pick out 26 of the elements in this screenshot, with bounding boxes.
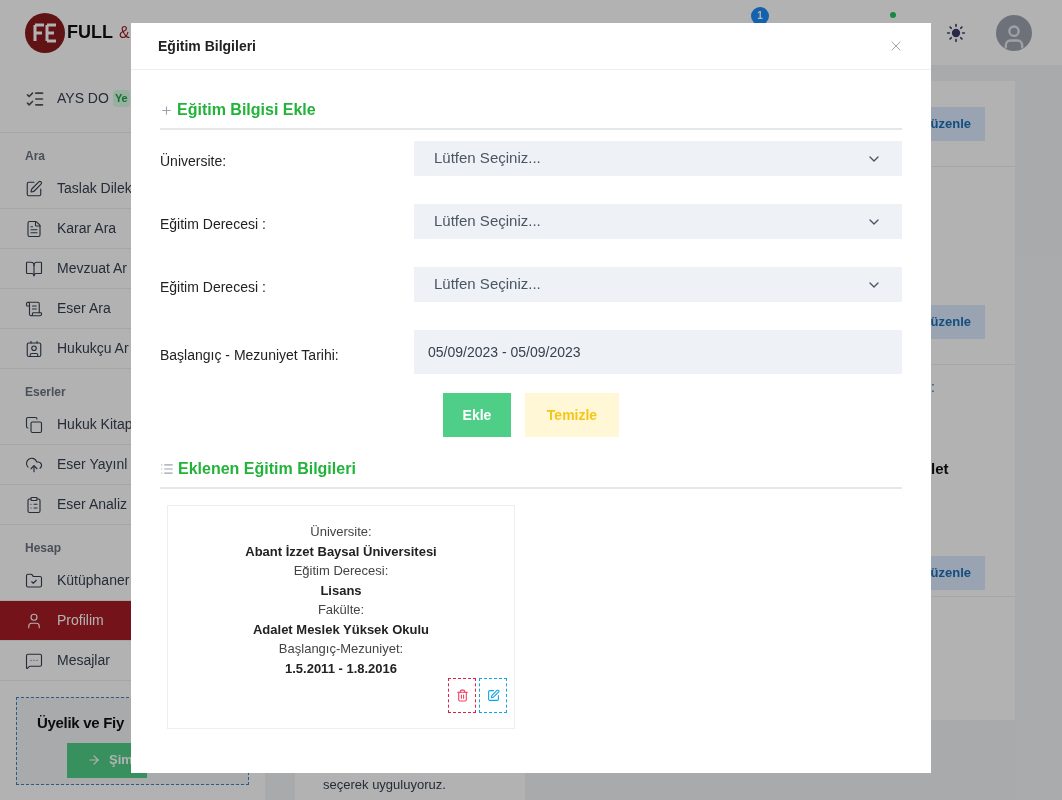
entry-label: Eğitim Derecesi: [293,562,389,580]
text-fragment: : [931,378,936,397]
body-text: seçerek uyguluyoruz. [323,776,447,794]
field-label: Başlangıç - Mezuniyet Tarihi: [160,345,340,365]
entry-value: Adalet Meslek Yüksek Okulu [252,620,430,639]
section-heading: Eğitim Bilgisi Ekle [177,100,316,120]
section-title: Ara [25,149,45,163]
section-title: Hesap [25,541,62,555]
section-heading: Eklenen Eğitim Bilgileri [178,459,356,479]
notification-badge: 1 [751,6,769,25]
entry-value: 1.5.2011 - 1.8.2016 [284,659,397,678]
field-label: Eğitim Derecesi : [160,278,267,297]
section-title: Eserler [25,385,66,399]
entry-label: Başlangıç-Mezuniyet: [278,640,404,658]
text-fragment: let [931,459,950,479]
entry-label: Üniversite: [310,523,372,541]
field-label: Eğitim Derecesi : [160,215,267,234]
promo-title: Üyelik ve Fiy [37,713,125,733]
field-label: Üniversite: [160,152,228,171]
entry-value: Abant İzzet Baysal Üniversitesi [245,542,437,561]
new-badge: Ye [112,90,130,107]
entry-value: Lisans [320,581,362,600]
logo-ampersand: & [119,22,130,43]
entry-label: Fakülte: [317,601,365,619]
logo-text: FULL [67,21,113,44]
modal-title: Eğitim Bilgileri [158,36,256,56]
